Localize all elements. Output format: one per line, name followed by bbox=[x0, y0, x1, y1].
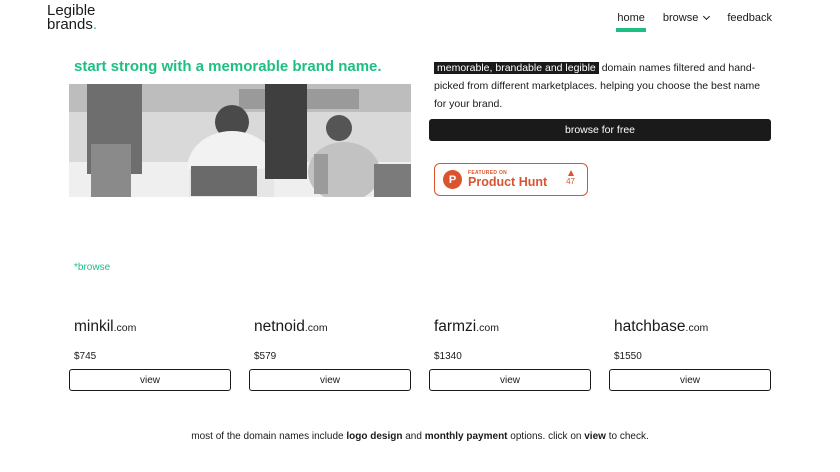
nav-home[interactable]: home bbox=[616, 10, 646, 32]
view-button[interactable]: view bbox=[249, 369, 411, 391]
domain-price: $1550 bbox=[614, 351, 642, 362]
hero-description: memorable, brandable and legible domain … bbox=[434, 59, 774, 113]
domain-card: netnoid.com $579 view bbox=[249, 318, 411, 391]
domain-card: minkil.com $745 view bbox=[69, 318, 231, 391]
view-button[interactable]: view bbox=[69, 369, 231, 391]
domain-name: farmzi.com bbox=[429, 318, 591, 336]
product-hunt-name: Product Hunt bbox=[468, 175, 548, 189]
view-button[interactable]: view bbox=[609, 369, 771, 391]
domain-name: hatchbase.com bbox=[609, 318, 771, 336]
product-hunt-badge[interactable]: P FEATURED ON Product Hunt 47 bbox=[434, 163, 588, 196]
footer-text: to check. bbox=[605, 431, 649, 442]
hero-tagline: start strong with a memorable brand name… bbox=[74, 58, 382, 75]
domain-name: netnoid.com bbox=[249, 318, 411, 336]
hero-photo bbox=[69, 84, 411, 197]
domain-tld: .com bbox=[476, 322, 499, 334]
footer-bold: view bbox=[584, 431, 606, 442]
product-hunt-logo-icon: P bbox=[443, 170, 462, 189]
footer-text: options. click on bbox=[507, 431, 585, 442]
footer-text: and bbox=[402, 431, 425, 442]
domain-tld: .com bbox=[113, 322, 137, 334]
footer-bold: monthly payment bbox=[424, 431, 508, 442]
vote-count: 47 bbox=[566, 177, 575, 186]
nav-home-label: home bbox=[617, 12, 645, 24]
browse-link[interactable]: *browse bbox=[74, 262, 110, 273]
domain-card: farmzi.com $1340 view bbox=[429, 318, 591, 391]
logo-dot: . bbox=[92, 16, 98, 33]
product-hunt-votes: 47 bbox=[566, 170, 575, 186]
nav-browse-label: browse bbox=[662, 12, 699, 24]
domain-tld: .com bbox=[304, 322, 328, 334]
chevron-down-icon bbox=[703, 12, 711, 21]
domain-price: $1340 bbox=[434, 351, 462, 362]
domain-tld: .com bbox=[685, 322, 709, 334]
logo-line-2: brands bbox=[47, 16, 93, 33]
domain-label: farmzi bbox=[434, 318, 477, 335]
domain-price: $579 bbox=[254, 351, 277, 362]
domain-name: minkil.com bbox=[69, 318, 231, 336]
highlight-text: memorable, brandable and legible bbox=[434, 62, 599, 74]
footer-text: most of the domain names include bbox=[191, 431, 347, 442]
brand-logo[interactable]: Legible brands. bbox=[47, 3, 98, 33]
footer-bold: logo design bbox=[346, 431, 403, 442]
nav-feedback-label: feedback bbox=[727, 12, 772, 24]
upvote-triangle-icon bbox=[567, 170, 574, 176]
domain-price: $745 bbox=[74, 351, 97, 362]
view-button[interactable]: view bbox=[429, 369, 591, 391]
main-nav: home browse feedback bbox=[599, 10, 772, 32]
nav-feedback[interactable]: feedback bbox=[727, 10, 772, 24]
domain-label: hatchbase bbox=[614, 318, 686, 335]
domain-label: minkil bbox=[74, 318, 114, 335]
domain-label: netnoid bbox=[254, 318, 305, 335]
domain-card: hatchbase.com $1550 view bbox=[609, 318, 771, 391]
browse-for-free-button[interactable]: browse for free bbox=[429, 119, 771, 141]
footer-note: most of the domain names include logo de… bbox=[0, 431, 840, 442]
team-photo-illustration bbox=[69, 84, 411, 197]
product-hunt-text: FEATURED ON Product Hunt bbox=[468, 170, 547, 189]
nav-browse[interactable]: browse bbox=[662, 10, 711, 24]
